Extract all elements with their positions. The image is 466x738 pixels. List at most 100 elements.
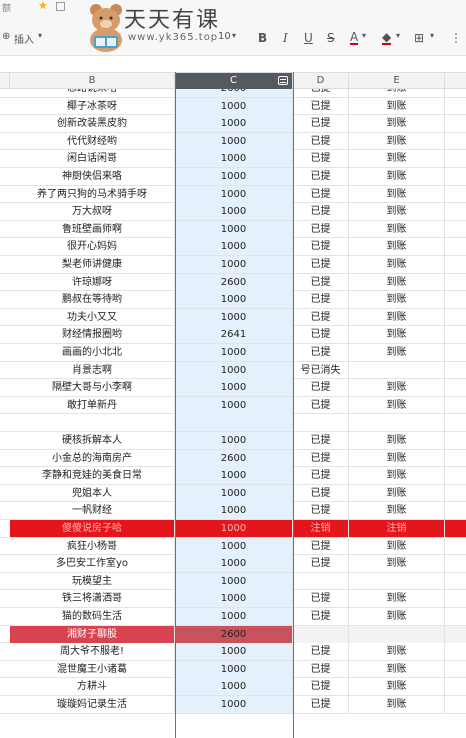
cell-empty[interactable] [445,379,466,396]
insert-button[interactable]: 插入 [14,31,34,46]
cell-status[interactable] [293,414,349,432]
table-row[interactable]: 疯狂小杨哥 1000 已提 到账 [0,537,466,556]
table-row[interactable]: 李静和竞娃的美食日常 1000 已提 到账 [0,467,466,485]
cell-status[interactable]: 已提 [293,220,349,238]
cell-result[interactable]: 到账 [349,678,445,696]
cell-name[interactable]: 许琼娜呀 [10,273,175,291]
cell-name[interactable]: 很开心妈妈 [10,238,175,256]
border-icon[interactable]: ⊞ [414,31,424,45]
cell-status[interactable]: 已提 [293,185,349,203]
table-row[interactable]: 代代财经哟 1000 已提 到账 [0,132,466,151]
cell-empty[interactable] [445,555,466,572]
cell-result[interactable]: 到账 [349,273,445,291]
table-row[interactable]: 财经情报圈哟 2641 已提 到账 [0,326,466,344]
cell-amount[interactable]: 1000 [175,238,293,256]
cell-name[interactable]: 小金总的海南房产 [10,449,175,467]
table-row[interactable]: 鲁班壁画师啊 1000 已提 到账 [0,220,466,239]
cell-amount[interactable]: 1000 [175,696,293,713]
cell-amount[interactable]: 1000 [175,168,293,185]
cell-amount[interactable]: 1000 [175,132,293,150]
cell-empty[interactable] [445,115,466,132]
table-row[interactable]: 玩模望主 1000 [0,572,466,591]
font-size-select[interactable]: 10 [218,31,231,42]
font-color-dropdown-icon[interactable]: ▾ [362,31,366,40]
cell-status[interactable]: 已提 [293,502,349,520]
table-row[interactable]: 湘财子聊股 2600 [0,625,466,644]
cell-amount[interactable]: 2600 [175,89,293,97]
cell-amount[interactable]: 1000 [175,203,293,221]
cell-result[interactable]: 到账 [349,502,445,520]
cell-result[interactable]: 到账 [349,291,445,309]
cell-result[interactable]: 注销 [349,520,445,537]
table-row[interactable]: 硬核拆解本人 1000 已提 到账 [0,432,466,450]
cell-status[interactable]: 已提 [293,97,349,115]
italic-button[interactable]: I [283,31,288,45]
cell-name[interactable]: 肖景志啊 [10,361,175,379]
cell-status[interactable]: 已提 [293,449,349,467]
cell-empty[interactable] [445,467,466,484]
cell-amount[interactable]: 1000 [175,115,293,133]
filter-icon[interactable] [278,76,288,85]
cell-status[interactable]: 已提 [293,696,349,713]
cell-empty[interactable] [445,362,466,379]
cell-result[interactable] [349,572,445,590]
table-row[interactable]: 神厨侠侣来咯 1000 已提 到账 [0,168,466,186]
column-header-f[interactable] [445,73,466,89]
cell-name[interactable]: 梨老师讲健康 [10,256,175,273]
cell-name[interactable]: 万大叔呀 [10,203,175,221]
cell-result[interactable]: 到账 [349,537,445,555]
cell-status[interactable]: 已提 [293,168,349,185]
font-size-dropdown-icon[interactable]: ▾ [232,31,236,40]
cell-empty[interactable] [445,520,466,537]
cell-result[interactable]: 到账 [349,220,445,238]
cell-amount[interactable]: 1000 [175,678,293,696]
cell-result[interactable] [349,625,445,643]
table-row[interactable]: 敢打单新丹 1000 已提 到账 [0,396,466,415]
cell-amount[interactable]: 1000 [175,643,293,661]
cell-empty[interactable] [445,414,466,431]
cell-name[interactable]: 鲁班壁画师啊 [10,220,175,238]
cell-result[interactable]: 到账 [349,449,445,467]
cell-result[interactable]: 到账 [349,344,445,361]
fill-color-icon[interactable]: ◆ [382,31,392,45]
cell-result[interactable]: 到账 [349,203,445,221]
cell-amount[interactable]: 1000 [175,484,293,502]
table-row[interactable]: 隔壁大哥与小李啊 1000 已提 到账 [0,379,466,397]
cell-empty[interactable] [445,238,466,255]
cell-amount[interactable]: 1000 [175,308,293,326]
cell-empty[interactable] [445,538,466,555]
cell-status[interactable]: 已提 [293,643,349,661]
cell-name[interactable]: 代代财经哟 [10,132,175,150]
cell-status[interactable]: 注销 [293,520,349,537]
cell-empty[interactable] [445,274,466,291]
cell-empty[interactable] [445,221,466,238]
cell-amount[interactable]: 1000 [175,220,293,238]
cell-status[interactable]: 已提 [293,555,349,573]
cell-empty[interactable] [445,397,466,414]
cell-name[interactable] [10,414,175,432]
cell-name[interactable]: 猫的数码生活 [10,608,175,625]
table-row[interactable]: 多巴安工作室yo 1000 已提 到账 [0,555,466,573]
cell-amount[interactable]: 1000 [175,291,293,309]
table-row[interactable]: 混世魔王小诸葛 1000 已提 到账 [0,660,466,679]
cell-amount[interactable]: 2600 [175,273,293,291]
cell-name[interactable]: 思路说来咯 [10,89,175,97]
cell-empty[interactable] [445,203,466,220]
table-row[interactable]: 铁三将潇洒哥 1000 已提 到账 [0,590,466,608]
cell-name[interactable]: 方耕斗 [10,678,175,696]
cell-empty[interactable] [445,432,466,449]
cell-empty[interactable] [445,696,466,713]
cell-empty[interactable] [445,573,466,590]
cell-status[interactable]: 已提 [293,467,349,485]
cell-empty[interactable] [445,450,466,467]
table-row[interactable]: 养了两只狗的马术骑手呀 1000 已提 到账 [0,185,466,204]
cell-status[interactable]: 已提 [293,308,349,326]
cell-name[interactable]: 画画的小北北 [10,344,175,361]
cell-status[interactable]: 号已消失 [293,361,349,379]
cell-name[interactable]: 李静和竞娃的美食日常 [10,467,175,485]
cell-result[interactable]: 到账 [349,608,445,625]
cell-amount[interactable]: 1000 [175,256,293,273]
cell-empty[interactable] [445,590,466,607]
spreadsheet-grid[interactable]: 思路说来咯2600已提到账椰子冰茶呀1000已提到账创新改装黑皮豹1000已提到… [0,89,466,738]
cell-name[interactable]: 功夫小又又 [10,308,175,326]
